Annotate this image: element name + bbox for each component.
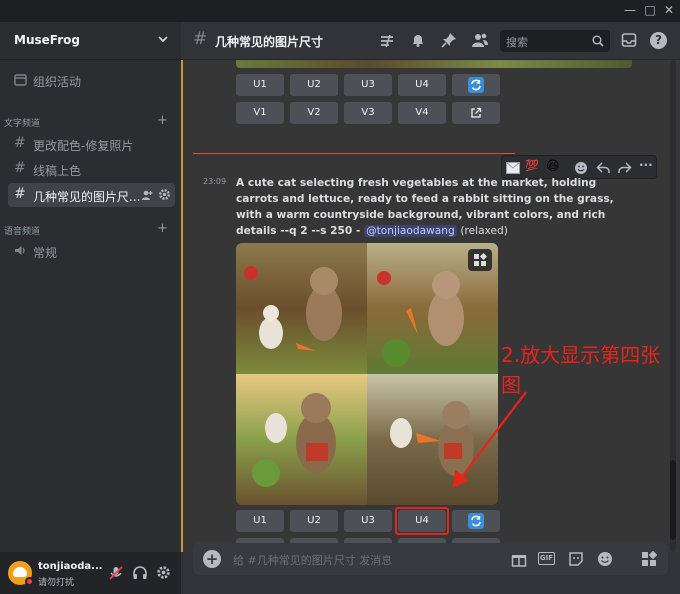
gif-icon[interactable]: GIF	[538, 552, 555, 565]
category-text-channels[interactable]: 文字频道	[4, 116, 40, 129]
user-mention[interactable]: @tonjiaodawang	[364, 225, 457, 237]
user-panel: tonjiaoda... 请勿打扰	[0, 552, 181, 594]
server-name: MuseFrog	[14, 33, 80, 47]
add-member-icon[interactable]	[141, 189, 153, 201]
sidebar-item-label: 几种常见的图片尺...	[33, 190, 141, 204]
variation-v1-prev[interactable]: V1	[236, 102, 284, 124]
minimize-button[interactable]: —	[620, 3, 640, 17]
sidebar-item-events[interactable]: 组织活动	[8, 68, 175, 92]
member-list-icon[interactable]	[471, 32, 489, 48]
upscale-u3-prev[interactable]: U3	[344, 74, 392, 96]
sidebar-item-channel-3[interactable]: # 几种常见的图片尺...	[8, 183, 175, 207]
hash-icon: #	[14, 186, 26, 202]
pin-icon[interactable]	[441, 32, 457, 48]
server-header[interactable]: MuseFrog	[0, 22, 181, 60]
add-channel-icon[interactable]: +	[157, 113, 168, 128]
emoji-icon[interactable]	[597, 551, 613, 567]
headphones-icon[interactable]	[132, 565, 148, 581]
search-placeholder: 搜索	[506, 36, 528, 49]
gear-icon[interactable]	[158, 188, 171, 201]
sidebar-item-channel-2[interactable]: # 线稿上色	[8, 157, 175, 181]
maximize-button[interactable]: □	[640, 3, 660, 17]
channel-title: 几种常见的图片尺寸	[215, 35, 324, 49]
image-options-button[interactable]	[468, 249, 492, 271]
window-titlebar: — □ ✕	[0, 0, 680, 22]
upscale-u2-button[interactable]: U2	[290, 510, 338, 532]
message-input[interactable]: + 给 #几种常见的图片尺寸 发消息 GIF	[193, 543, 668, 575]
add-channel-icon[interactable]: +	[157, 221, 168, 236]
annotation-arrow	[453, 391, 527, 488]
settings-gear-icon[interactable]	[156, 565, 171, 580]
sidebar-item-label: 组织活动	[33, 75, 82, 89]
sidebar-item-channel-1[interactable]: # 更改配色-修复照片	[8, 132, 175, 156]
variation-v2-prev[interactable]: V2	[290, 102, 338, 124]
apps-icon[interactable]	[641, 551, 657, 567]
sticker-icon[interactable]	[568, 551, 584, 567]
inbox-icon[interactable]	[621, 32, 637, 48]
upscale-u4-prev[interactable]: U4	[398, 74, 446, 96]
reply-icon[interactable]	[596, 161, 610, 175]
refresh-icon	[468, 513, 484, 529]
sidebar-item-voice-general[interactable]: 常规	[8, 239, 175, 263]
reroll-button[interactable]	[452, 510, 500, 532]
open-web-button-prev[interactable]	[452, 102, 500, 124]
hash-icon: #	[14, 160, 26, 176]
upscale-u2-prev[interactable]: U2	[290, 74, 338, 96]
new-messages-divider	[193, 153, 515, 154]
sidebar-item-label: 更改配色-修复照片	[33, 139, 134, 153]
category-voice-channels[interactable]: 语音频道	[4, 224, 40, 237]
envelope-icon[interactable]	[506, 162, 520, 174]
scrollbar-track[interactable]	[670, 60, 676, 552]
bell-icon[interactable]	[410, 32, 426, 48]
speaker-icon	[15, 246, 25, 255]
dnd-status-icon	[25, 577, 34, 586]
upscale-u1-prev[interactable]: U1	[236, 74, 284, 96]
mode-text: (relaxed)	[460, 225, 508, 237]
user-status: 请勿打扰	[38, 578, 75, 588]
reroll-button-prev[interactable]	[452, 74, 500, 96]
more-options-icon[interactable]: ···	[639, 158, 653, 172]
username[interactable]: tonjiaoda...	[38, 561, 103, 572]
avatar[interactable]	[8, 561, 34, 586]
chevron-down-icon	[158, 36, 168, 43]
help-icon[interactable]: ?	[650, 32, 667, 49]
laughing-emoji-icon[interactable]: 😆	[546, 159, 560, 174]
channel-sidebar: MuseFrog 组织活动 文字频道 + # 更改配色-修复照片 # 线稿上色 …	[0, 22, 181, 594]
scrollbar-thumb[interactable]	[670, 460, 676, 540]
variation-v3-prev[interactable]: V3	[344, 102, 392, 124]
hash-icon: #	[14, 135, 26, 151]
variation-v4-prev[interactable]: V4	[398, 102, 446, 124]
add-reaction-icon[interactable]	[574, 161, 588, 175]
app-grid-icon	[474, 253, 487, 266]
message-timestamp: 23:09	[203, 177, 227, 186]
chat-main: # 几种常见的图片尺寸 搜索 ? U1 U2 U3 U4 V1 V2 V3 V4	[181, 22, 680, 594]
sidebar-item-label: 常规	[33, 246, 58, 260]
threads-icon[interactable]	[379, 33, 397, 49]
upscale-u3-button[interactable]: U3	[344, 510, 392, 532]
previous-image	[236, 60, 632, 68]
channel-header: # 几种常见的图片尺寸 搜索 ?	[181, 22, 680, 60]
forward-icon[interactable]	[618, 161, 632, 175]
calendar-icon	[14, 74, 27, 86]
u4-highlight-box	[395, 507, 449, 535]
hundred-icon[interactable]: 💯	[525, 159, 539, 172]
message-content: A cute cat selecting fresh vegetables at…	[236, 175, 626, 239]
upscale-u1-button[interactable]: U1	[236, 510, 284, 532]
close-button[interactable]: ✕	[659, 3, 679, 17]
message-list: U1 U2 U3 U4 V1 V2 V3 V4 💯 😆 ··· 23:09 A …	[181, 60, 680, 552]
external-link-icon	[471, 107, 482, 118]
refresh-icon	[468, 77, 484, 93]
input-placeholder: 给 #几种常见的图片尺寸 发消息	[233, 554, 393, 567]
search-input[interactable]: 搜索	[500, 30, 610, 52]
search-icon	[592, 35, 604, 47]
mic-muted-icon[interactable]	[108, 565, 124, 581]
sidebar-item-label: 线稿上色	[33, 164, 82, 178]
hash-icon: #	[193, 29, 208, 49]
add-attachment-icon[interactable]: +	[203, 550, 221, 568]
gift-icon[interactable]	[511, 551, 527, 567]
